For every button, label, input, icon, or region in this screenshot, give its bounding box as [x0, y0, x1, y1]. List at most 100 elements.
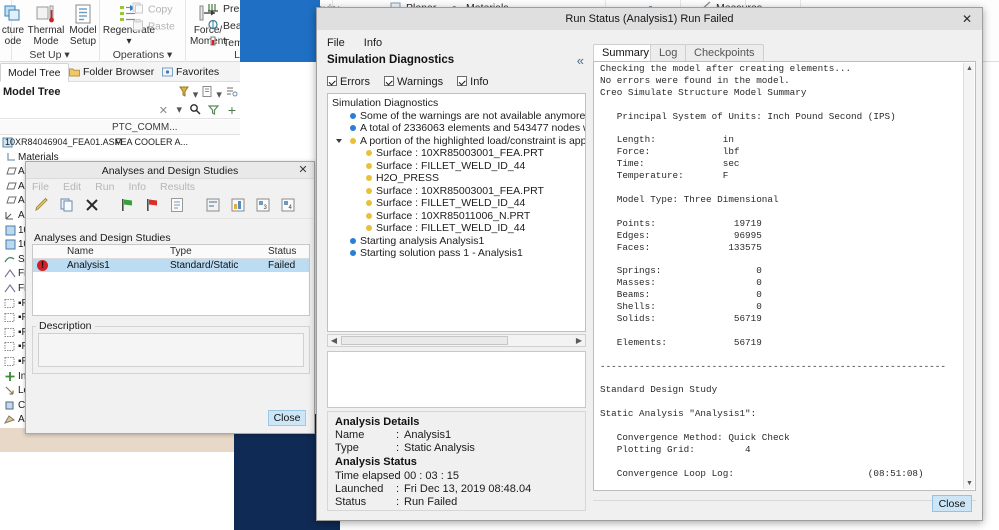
- structure-mode-icon: [4, 5, 20, 21]
- run-status-output-pane: Summary Log Checkpoints Checking the mod…: [593, 44, 976, 513]
- viewport-accent-strip: [240, 0, 320, 62]
- list-item[interactable]: Surface : FILLET_WELD_ID_44: [328, 222, 585, 235]
- run-status-close-icon[interactable]: ✕: [959, 11, 975, 27]
- clear-filter-icon[interactable]: ✕: [159, 104, 168, 117]
- list-item[interactable]: A total of 2336063 elements and 543477 n…: [328, 122, 585, 135]
- status-label: Status: [335, 496, 367, 508]
- analyses-dialog-close-icon[interactable]: ✕: [296, 163, 310, 177]
- filter-checkbox-errors[interactable]: Errors: [327, 76, 370, 88]
- diagnostics-header: Simulation Diagnostics «: [325, 53, 588, 71]
- tree-settings-caret-icon[interactable]: ▾: [216, 89, 222, 101]
- list-item[interactable]: A portion of the highlighted load/constr…: [328, 135, 585, 148]
- scroll-right-arrow-icon[interactable]: ▶: [573, 335, 585, 346]
- tab-checkpoints[interactable]: Checkpoints: [685, 44, 764, 61]
- launched-colon: :: [396, 483, 400, 495]
- status-colon: :: [396, 496, 400, 508]
- run-status-close-button[interactable]: Close: [932, 495, 972, 512]
- analyses-menu-run[interactable]: Run: [95, 179, 114, 193]
- list-item[interactable]: Surface : 10XR85003001_FEA.PRT: [328, 147, 585, 160]
- ribbon-button-regenerate-caret: ▾: [126, 35, 132, 47]
- scroll-down-arrow-icon[interactable]: ▼: [964, 478, 975, 489]
- list-item[interactable]: H2O_PRESS: [328, 172, 585, 185]
- time-elapsed-label: Time elapsed: [335, 470, 401, 482]
- diagnostics-horizontal-scrollbar[interactable]: ◀ ▶: [327, 334, 586, 347]
- nav-tab-model-tree[interactable]: Model Tree: [0, 63, 69, 82]
- tree-item-assembly-value: FEA COOLER A...: [115, 137, 189, 147]
- tree-display-icon[interactable]: [225, 87, 238, 101]
- table-row[interactable]: ! Analysis1 Standard/Static Failed: [33, 259, 309, 272]
- ribbon-button-thermal-mode[interactable]: Thermal Mode: [26, 3, 66, 47]
- description-textarea[interactable]: [38, 333, 304, 367]
- collapse-chevron-icon[interactable]: «: [577, 53, 584, 68]
- ribbon-button-structure-mode-label-top: cture: [1, 25, 25, 36]
- nav-tab-favorites[interactable]: Favorites: [155, 63, 226, 82]
- analyses-menu-edit[interactable]: Edit: [63, 179, 81, 193]
- pressure-icon: [207, 2, 219, 16]
- temperature-icon: [207, 36, 219, 50]
- list-item[interactable]: Surface : 10XR85011006_N.PRT: [328, 210, 585, 223]
- stop-red-flag-icon[interactable]: [141, 196, 163, 218]
- scroll-left-arrow-icon[interactable]: ◀: [328, 335, 340, 346]
- filter-checkbox-warnings[interactable]: Warnings: [384, 76, 443, 88]
- diagnostic-message: Starting solution pass 1 - Analysis1: [360, 247, 523, 259]
- diagnostic-message: H2O_PRESS: [376, 172, 440, 184]
- analyses-row-type: Standard/Static: [170, 260, 239, 271]
- status-4-icon[interactable]: 4: [277, 196, 299, 218]
- info-bullet-icon: [350, 250, 356, 256]
- tree-filter-caret-icon[interactable]: ▾: [193, 89, 199, 101]
- ribbon-button-model-setup[interactable]: Model Setup: [66, 3, 100, 47]
- detail-list-icon[interactable]: [166, 196, 188, 218]
- list-item[interactable]: Starting solution pass 1 - Analysis1: [328, 247, 585, 260]
- tab-summary[interactable]: Summary: [593, 44, 659, 61]
- plane-icon: [6, 195, 17, 209]
- model-tree-title: Model Tree: [3, 86, 61, 98]
- run-green-flag-icon[interactable]: [116, 196, 138, 218]
- edit-pencil-icon[interactable]: [31, 196, 53, 218]
- analyses-close-button[interactable]: Close: [268, 410, 306, 426]
- diagnostics-heading: Simulation Diagnostics: [327, 54, 455, 66]
- nav-tab-folder-browser[interactable]: Folder Browser: [62, 63, 161, 82]
- summary-vertical-scrollbar[interactable]: ▲ ▼: [963, 63, 974, 489]
- list-item[interactable]: Starting analysis Analysis1: [328, 235, 585, 248]
- scrollbar-thumb[interactable]: [341, 336, 508, 345]
- delete-x-icon[interactable]: [81, 196, 103, 218]
- copy-icon[interactable]: [56, 196, 78, 218]
- checkbox-checked-icon: [327, 76, 337, 86]
- analyses-design-studies-dialog: Analyses and Design Studies ✕ File Edit …: [25, 161, 315, 434]
- tree-settings-icon[interactable]: [201, 86, 213, 101]
- run-status-menu-file[interactable]: File: [327, 37, 345, 49]
- tree-filter-icon[interactable]: [178, 86, 190, 101]
- analyses-menu-results[interactable]: Results: [160, 179, 195, 193]
- ribbon-button-structure-mode[interactable]: cture ode: [0, 3, 26, 47]
- warning-bullet-icon: [366, 200, 372, 206]
- results-display-icon[interactable]: [227, 196, 249, 218]
- weld-icon: [4, 283, 16, 297]
- summary-output-panel[interactable]: Checking the model after creating elemen…: [593, 61, 976, 491]
- run-status-menu-info[interactable]: Info: [364, 37, 382, 49]
- scroll-up-arrow-icon[interactable]: ▲: [964, 63, 975, 74]
- tab-log[interactable]: Log: [650, 44, 687, 61]
- warning-bullet-icon: [350, 137, 356, 144]
- mesh-icon: [4, 327, 16, 341]
- list-item[interactable]: Surface : FILLET_WELD_ID_44: [328, 160, 585, 173]
- tree-item-assembly[interactable]: 10XR84046904_FEA01.ASM FEA COOLER A...: [0, 136, 240, 151]
- filter-caret-icon[interactable]: ▾: [176, 103, 182, 116]
- filter-checkbox-info[interactable]: Info: [457, 76, 489, 88]
- constraint-icon: [4, 400, 16, 414]
- ribbon-button-thermal-mode-label-top: Thermal: [27, 25, 65, 36]
- diagnostics-tree[interactable]: Simulation Diagnostics Some of the warni…: [327, 93, 586, 332]
- analysis-status-heading: Analysis Status: [335, 456, 417, 468]
- status-3-icon[interactable]: 3: [252, 196, 274, 218]
- list-item[interactable]: Surface : FILLET_WELD_ID_44: [328, 197, 585, 210]
- plane-icon: [6, 166, 17, 180]
- diagnostics-root-label: Simulation Diagnostics: [332, 97, 439, 109]
- expander-triangle-icon[interactable]: [336, 138, 342, 143]
- funnel-icon[interactable]: [207, 103, 220, 119]
- summary-icon[interactable]: [202, 196, 224, 218]
- list-item[interactable]: Some of the warnings are not available a…: [328, 110, 585, 123]
- find-icon[interactable]: [189, 103, 202, 119]
- analyses-menu-file[interactable]: File: [32, 179, 49, 193]
- add-icon[interactable]: +: [228, 102, 236, 118]
- list-item[interactable]: Surface : 10XR85003001_FEA.PRT: [328, 185, 585, 198]
- analyses-menu-info[interactable]: Info: [128, 179, 146, 193]
